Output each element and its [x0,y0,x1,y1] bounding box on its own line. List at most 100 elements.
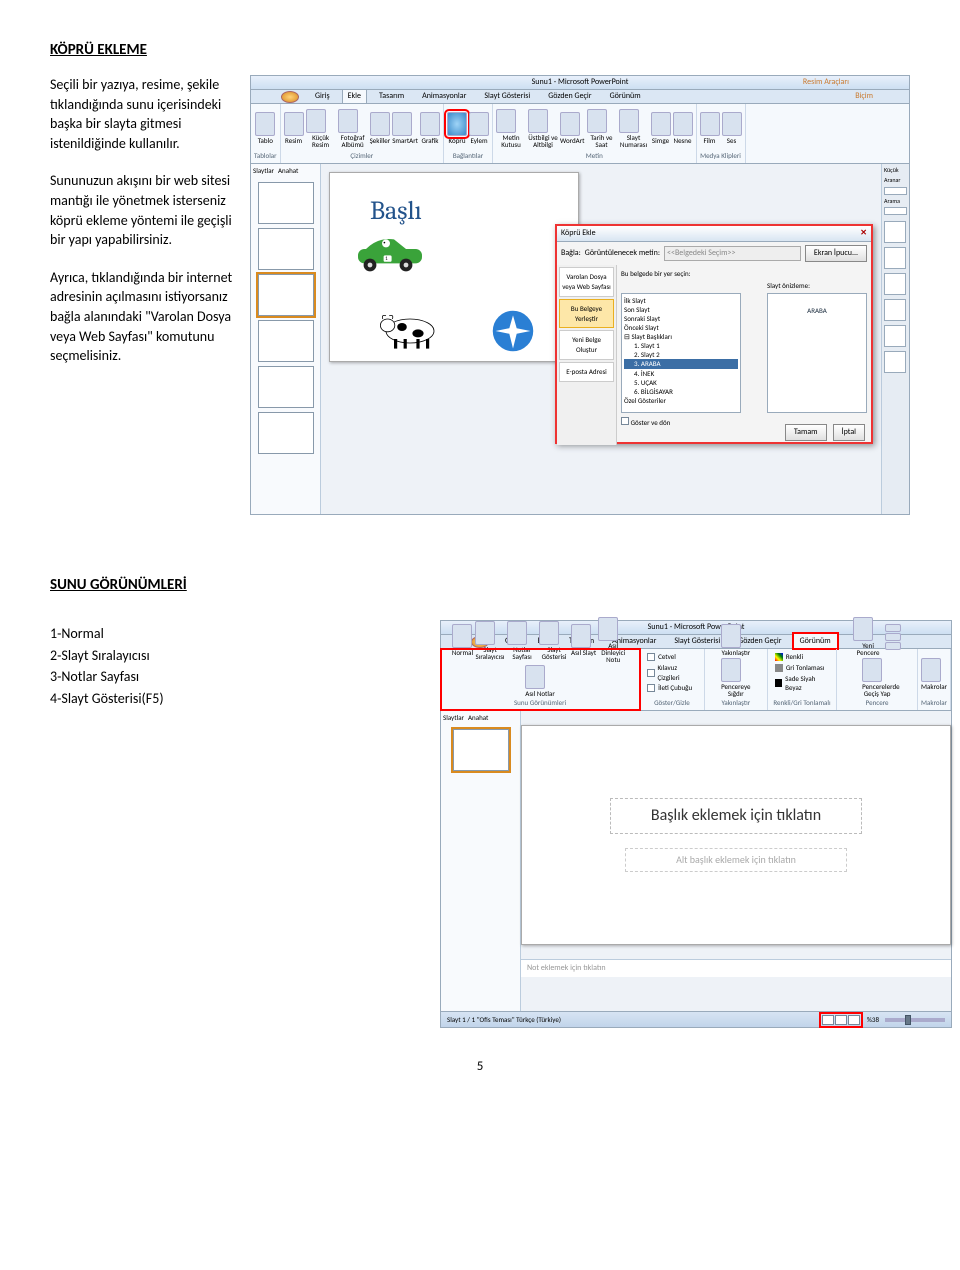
document-location-tree[interactable]: İlk Slayt Son Slayt Sonraki Slayt Önceki… [621,293,741,413]
slide-thumb-2[interactable] [258,228,314,270]
zoom-icon[interactable] [721,624,741,648]
screenshot-powerpoint-gorunum: Sunu1 - Microsoft PowerPoint Giriş Ekle … [440,620,952,1028]
tab-ekle[interactable]: Ekle [342,89,367,103]
checkbox-cetvel[interactable] [647,653,655,661]
preview-label: Slayt önizleme: [767,281,867,291]
tab-gorunum[interactable]: Görünüm [604,89,647,103]
taskpane-search-label2: Arama [882,197,909,205]
slide-thumb-5[interactable] [258,366,314,408]
table-icon[interactable] [255,112,275,136]
textbox-icon[interactable] [496,109,516,133]
slideshow-view-icon[interactable] [539,621,559,645]
normal-view-icon[interactable] [452,624,472,648]
tab-slaytlar[interactable]: Slaytlar [443,713,464,723]
tab-gozden-gecir[interactable]: Gözden Geçir [542,89,597,103]
handout-master-icon[interactable] [598,617,618,641]
film-icon[interactable] [700,112,720,136]
slide-title-text: Başlı [370,193,422,229]
clip-thumb[interactable] [884,325,906,347]
chart-icon[interactable] [420,112,440,136]
action-icon[interactable] [469,112,489,136]
nav-bu-belgeye[interactable]: Bu Belgeye Yerleştir [559,299,614,329]
smartart-icon[interactable] [392,112,412,136]
iptal-button[interactable]: İptal [833,424,865,441]
symbol-icon[interactable] [651,112,671,136]
display-text-field: <<Belgedeki Seçim>> [664,246,801,261]
fit-window-icon[interactable] [721,658,741,682]
sorter-view-icon[interactable] [475,621,495,645]
notes-placeholder[interactable]: Not eklemek için tıklatın [521,959,951,977]
close-icon[interactable]: ✕ [860,228,867,239]
shapes-icon[interactable] [370,112,390,136]
split-icon[interactable] [885,642,901,650]
nav-varolan-dosya[interactable]: Varolan Dosya veya Web Sayfası [559,267,614,297]
headerfooter-icon[interactable] [528,109,548,133]
slideno-icon[interactable] [619,109,639,133]
title-placeholder[interactable]: Başlık eklemek için tıklatın [610,798,862,834]
object-icon[interactable] [673,112,693,136]
ribbon-tabs: Giriş Ekle Tasarım Animasyonlar Slayt Gö… [251,90,909,104]
tab-anahat[interactable]: Anahat [468,713,488,723]
slide-thumb-1[interactable] [453,729,509,771]
clipart-icon[interactable] [306,109,326,133]
sorter-btn[interactable] [835,1015,847,1025]
tab-bicim[interactable]: Biçim [849,89,879,103]
slideshow-btn[interactable] [848,1015,860,1025]
zoom-slider[interactable] [885,1018,945,1022]
label-goster-don: Göster ve dön [631,418,671,427]
slide-canvas-2[interactable]: Başlık eklemek için tıklatın Alt başlık … [521,725,951,945]
notes-master-icon[interactable] [525,665,545,689]
clip-thumb[interactable] [884,221,906,243]
tab-tasarim[interactable]: Tasarım [373,89,410,103]
tamam-button[interactable]: Tamam [785,424,827,441]
macros-icon[interactable] [921,658,941,682]
clip-thumb[interactable] [884,351,906,373]
clip-thumb[interactable] [884,299,906,321]
slide-thumb-6[interactable] [258,412,314,454]
switch-windows-icon[interactable] [862,658,882,682]
tab-slaytlar[interactable]: Slaytlar [253,166,274,176]
slide-canvas[interactable]: Başlı 1 [329,172,579,362]
nav-yeni-belge[interactable]: Yeni Belge Oluştur [559,330,614,360]
slide-thumb-3[interactable] [258,274,314,316]
nav-eposta[interactable]: E-posta Adresi [559,362,614,382]
kopru-icon[interactable] [447,112,467,136]
cascade-icon[interactable] [885,633,901,641]
label-bagla: Bağla: [561,248,581,259]
datetime-icon[interactable] [587,109,607,133]
clip-thumb[interactable] [884,273,906,295]
tab-giris[interactable]: Giriş [309,89,336,103]
tab-anahat[interactable]: Anahat [278,166,298,176]
list-item-notlar: 3-Notlar Sayfası [50,667,240,687]
checkbox-ileti[interactable] [647,684,655,692]
wordart-icon[interactable] [560,112,580,136]
subtitle-placeholder[interactable]: Alt başlık eklemek için tıklatın [625,848,847,872]
checkbox-goster-don[interactable] [621,417,629,425]
office-button[interactable] [281,91,299,103]
view-buttons [821,1014,861,1026]
grayscale-icon [775,664,783,672]
heading-kopru-ekleme: KÖPRÜ EKLEME [50,40,910,61]
paragraph-2: Sununuzun akışını bir web sitesi mantığı… [50,171,240,249]
list-item-gosterisi: 4-Slayt Gösterisi(F5) [50,689,240,709]
status-text: Slayt 1 / 1 "Ofis Teması" Türkçe (Türkiy… [447,1015,561,1025]
arrange-icon[interactable] [885,624,901,632]
tree-selected[interactable]: 3. ARABA [624,359,738,368]
tab-animasyonlar[interactable]: Animasyonlar [416,89,472,103]
slide-thumb-4[interactable] [258,320,314,362]
clip-thumb[interactable] [884,247,906,269]
slide-thumb-1[interactable] [258,182,314,224]
checkbox-kilavuz[interactable] [647,669,654,677]
photo-album-icon[interactable] [338,109,358,133]
notes-view-icon[interactable] [507,621,527,645]
normal-btn[interactable] [822,1015,834,1025]
taskpane-search-input2[interactable] [884,207,907,215]
ekran-ipucu-button[interactable]: Ekran İpucu... [805,245,867,262]
sound-icon[interactable] [722,112,742,136]
tab-gorunum[interactable]: Görünüm [794,634,837,648]
new-window-icon[interactable] [853,617,873,641]
tab-slayt-gosterisi[interactable]: Slayt Gösterisi [478,89,536,103]
image-icon[interactable] [284,112,304,136]
taskpane-search-input[interactable] [884,187,907,195]
slide-master-icon[interactable] [571,624,591,648]
